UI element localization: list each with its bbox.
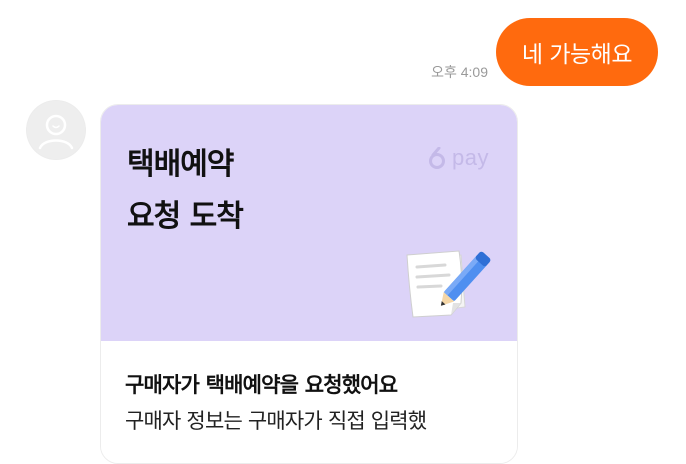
card-title: 택배예약 요청 도착 — [127, 139, 244, 243]
card-title-line2: 요청 도착 — [127, 199, 244, 234]
outgoing-message-text: 네 가능해요 — [521, 42, 633, 68]
pay-logo: pay — [428, 145, 489, 171]
card-body-text: 구매자 정보는 구매자가 직접 입력했 — [125, 409, 427, 433]
outgoing-message-bubble[interactable]: 네 가능해요 — [495, 18, 658, 86]
avatar[interactable] — [26, 100, 86, 160]
card-title-line1: 택배예약 — [127, 147, 234, 182]
pay-logo-text: pay — [452, 145, 489, 170]
card-content: 구매자가 택배예약을 요청했어요 구매자 정보는 구매자가 직접 입력했 — [101, 341, 517, 463]
pay-brand-icon — [429, 147, 446, 169]
default-profile-icon — [27, 101, 85, 159]
card-header: 택배예약 요청 도착 pay — [101, 105, 517, 341]
document-pencil-icon — [406, 250, 491, 318]
delivery-reservation-card[interactable]: 택배예약 요청 도착 pay 구매자가 택배예약을 요청했어요 구매자 정보는 … — [100, 104, 518, 464]
message-timestamp: 오후 4:09 — [431, 64, 488, 80]
card-subtitle: 구매자가 택배예약을 요청했어요 — [125, 373, 398, 397]
